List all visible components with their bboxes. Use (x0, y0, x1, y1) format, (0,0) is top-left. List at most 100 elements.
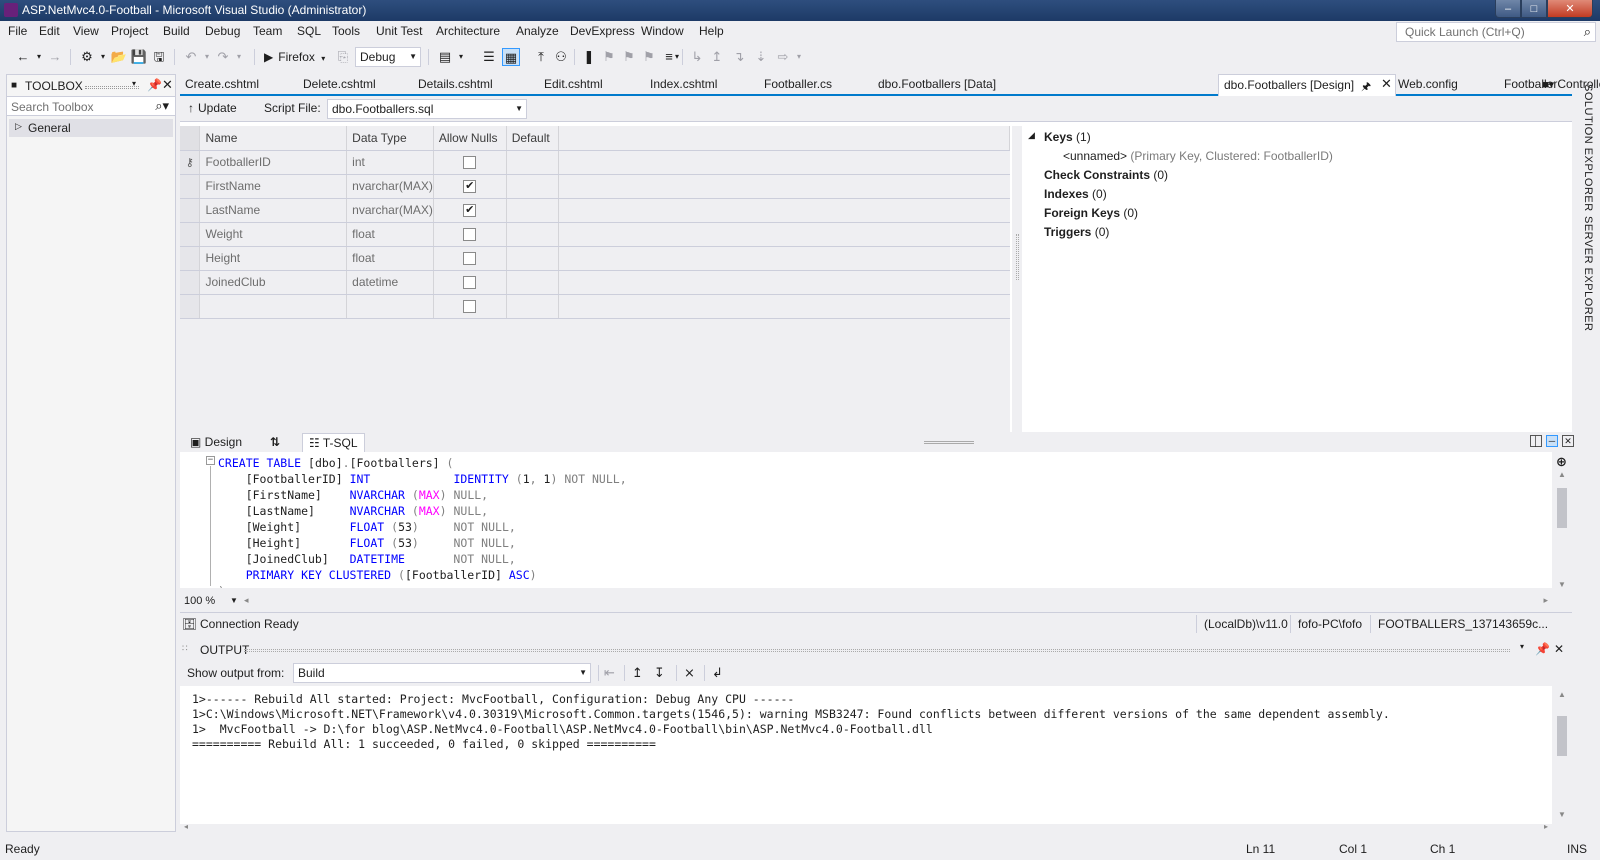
minimize-button[interactable]: ‒ (1495, 0, 1521, 18)
tsql-pane-tab[interactable]: ☷ T-SQL (302, 433, 365, 452)
row-header[interactable] (180, 246, 201, 271)
redo-dropdown-icon[interactable]: ▾ (230, 48, 248, 66)
check-constraints-node[interactable]: Check Constraints (0) (1044, 168, 1168, 182)
word-wrap-icon[interactable]: ↲ (712, 665, 723, 681)
prev-bookmark-icon[interactable]: ⚑ (600, 48, 618, 66)
scroll-down-icon[interactable]: ▼ (1558, 810, 1566, 819)
quick-launch-input[interactable]: Quick Launch (Ctrl+Q) ⌕ (1396, 22, 1596, 42)
default-cell[interactable] (506, 222, 559, 247)
clear-bookmarks-icon[interactable]: ⚑ (640, 48, 658, 66)
menu-team[interactable]: Team (253, 24, 282, 38)
tab-create-cshtml[interactable]: Create.cshtml (185, 77, 259, 91)
close-icon[interactable]: ✕ (1554, 642, 1564, 656)
menu-tools[interactable]: Tools (332, 24, 360, 38)
triggers-node[interactable]: Triggers (0) (1044, 225, 1109, 239)
toolbox-group-general[interactable]: ▷ General (9, 119, 173, 137)
menu-project[interactable]: Project (111, 24, 148, 38)
data-type-cell[interactable]: float (346, 246, 434, 271)
column-header-data-type[interactable]: Data Type (346, 126, 434, 151)
run-dropdown-icon[interactable]: ▾ (321, 54, 325, 63)
open-file-icon[interactable]: 📂 (110, 48, 128, 66)
output-horizontal-scrollbar[interactable]: ◂ ▸ (180, 822, 1552, 832)
menu-architecture[interactable]: Architecture (436, 24, 500, 38)
table-row[interactable]: Weight float (180, 222, 1010, 247)
horizontal-split-icon[interactable]: ─ (1546, 435, 1558, 447)
zoom-dropdown-icon[interactable]: ▼ (230, 596, 238, 605)
navigate-forward-icon[interactable]: → (46, 48, 64, 66)
scroll-left-icon[interactable]: ◂ (244, 595, 249, 606)
solution-configuration-combo[interactable]: Debug ▼ (355, 47, 421, 67)
maximize-button[interactable]: □ (1521, 0, 1547, 18)
row-header[interactable] (180, 270, 201, 295)
column-header-allow-nulls[interactable]: Allow Nulls (433, 126, 507, 151)
close-icon[interactable]: ✕ (162, 77, 173, 93)
tab-delete-cshtml[interactable]: Delete.cshtml (303, 77, 376, 91)
menu-window[interactable]: Window (641, 24, 684, 38)
collapse-icon[interactable]: − (206, 456, 215, 465)
column-name-cell[interactable] (199, 294, 348, 319)
allow-nulls-checkbox[interactable] (463, 252, 477, 266)
data-type-cell[interactable]: int (346, 150, 434, 175)
scroll-thumb[interactable] (1557, 488, 1567, 528)
menu-devexpress[interactable]: DevExpress (570, 24, 635, 38)
splitter-grip[interactable] (1016, 234, 1019, 280)
code-vertical-scrollbar[interactable]: ⊕ ▲ ▼ (1552, 452, 1572, 594)
allow-nulls-checkbox[interactable] (463, 276, 477, 290)
vertical-split-icon[interactable]: │ (1530, 435, 1542, 447)
table-row[interactable]: ⚷ FootballerID int (180, 150, 1010, 175)
close-window-button[interactable]: ✕ (1547, 0, 1593, 18)
data-type-cell[interactable]: float (346, 222, 434, 247)
comment-dropdown-icon[interactable]: ▾ (668, 48, 686, 66)
default-cell[interactable] (506, 174, 559, 199)
design-pane-tab[interactable]: ▣ Design (184, 433, 248, 452)
default-cell[interactable] (506, 198, 559, 223)
menu-edit[interactable]: Edit (39, 24, 60, 38)
default-cell[interactable] (506, 270, 559, 295)
allow-nulls-checkbox[interactable] (463, 228, 477, 242)
clear-all-icon[interactable]: ⨯ (684, 665, 695, 681)
properties-icon[interactable]: ▦ (502, 48, 520, 66)
output-text[interactable]: 1>------ Rebuild All started: Project: M… (180, 686, 1552, 824)
pin-icon[interactable]: 📌 (1535, 642, 1550, 656)
foreign-keys-node[interactable]: Foreign Keys (0) (1044, 206, 1138, 220)
script-file-combo[interactable]: dbo.Footballers.sql ▼ (327, 99, 527, 119)
indexes-node[interactable]: Indexes (0) (1044, 187, 1107, 201)
menu-analyze[interactable]: Analyze (516, 24, 559, 38)
server-explorer-tab[interactable]: SERVER EXPLORER (1578, 216, 1594, 332)
expand-arrow-icon[interactable]: ▷ (15, 121, 22, 132)
step-into-icon[interactable]: ↳ (688, 48, 706, 66)
find-message-icon[interactable]: ⇤ (604, 665, 615, 681)
scroll-down-icon[interactable]: ▼ (1558, 580, 1566, 589)
more-tools-dropdown-icon[interactable]: ▾ (790, 48, 808, 66)
column-header-name[interactable]: Name (199, 126, 348, 151)
save-icon[interactable]: 💾 (130, 48, 148, 66)
allow-nulls-cell[interactable] (433, 246, 507, 271)
tab-overflow-dropdown-icon[interactable]: ■▾ (1542, 78, 1554, 91)
table-row[interactable]: Height float (180, 246, 1010, 271)
output-vertical-scrollbar[interactable]: ▲ ▼ (1552, 686, 1572, 824)
window-position-dropdown-icon[interactable]: ▾ (1520, 642, 1524, 651)
scroll-right-icon[interactable]: ▸ (1544, 822, 1548, 831)
allow-nulls-cell[interactable] (433, 222, 507, 247)
swap-panes-button[interactable]: ⇅ (264, 433, 286, 452)
close-tab-icon[interactable]: ✕ (1381, 76, 1392, 92)
allow-nulls-checkbox-checked[interactable]: ✔ (463, 204, 477, 218)
table-row-new[interactable] (180, 294, 1010, 319)
attach-icon[interactable]: ⎘ (334, 48, 352, 66)
column-name-cell[interactable]: FirstName (199, 174, 348, 199)
column-name-cell[interactable]: Weight (199, 222, 348, 247)
allow-nulls-cell[interactable] (433, 150, 507, 175)
allow-nulls-checkbox[interactable] (463, 156, 477, 170)
search-icon[interactable]: ⌕▾ (155, 98, 169, 114)
indent-icon[interactable]: ⇣ (752, 48, 770, 66)
solution-explorer-icon[interactable]: ☰ (480, 48, 498, 66)
update-button[interactable]: ↑ Update (188, 101, 237, 115)
allow-nulls-cell[interactable] (433, 294, 507, 319)
keys-node[interactable]: Keys (1) (1044, 130, 1091, 144)
pin-icon[interactable]: 📌 (147, 78, 162, 92)
column-name-cell[interactable]: Height (199, 246, 348, 271)
default-cell[interactable] (506, 150, 559, 175)
designer-splitter[interactable] (1012, 126, 1022, 432)
drag-handle[interactable] (244, 649, 1510, 652)
tab-details-cshtml[interactable]: Details.cshtml (418, 77, 493, 91)
